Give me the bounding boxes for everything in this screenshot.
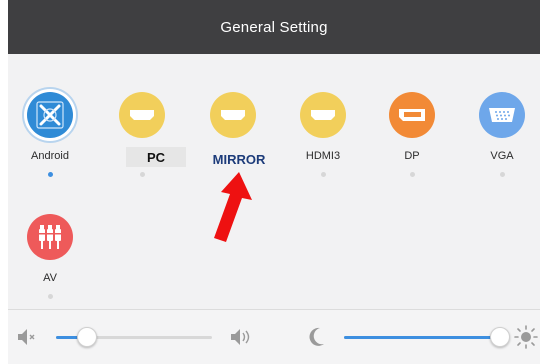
inactive-indicator-dot <box>409 172 415 177</box>
source-label: VGA <box>490 150 514 162</box>
inactive-indicator-dot <box>139 172 145 177</box>
source-tile-hdmi3[interactable]: HDMI3 <box>287 88 359 198</box>
volume-slider-thumb[interactable] <box>77 327 97 347</box>
source-label: HDMI3 <box>305 150 341 162</box>
settings-panel: General Setting Android PC MIRROR HDMI3 … <box>8 0 540 364</box>
annotation-arrow-icon <box>214 172 252 242</box>
av-rca-icon <box>27 214 73 260</box>
source-label-mirror: MIRROR <box>212 151 266 167</box>
control-bar <box>8 310 540 364</box>
active-indicator-dot <box>47 172 53 177</box>
android-source-icon <box>27 92 73 138</box>
source-tile-vga[interactable]: VGA <box>466 88 538 198</box>
hdmi-port-icon <box>119 92 165 138</box>
source-tile-dp[interactable]: DP <box>376 88 448 198</box>
inactive-indicator-dot <box>47 294 53 299</box>
speaker-mute-icon[interactable] <box>16 326 38 348</box>
source-label: AV <box>43 272 57 284</box>
moon-icon[interactable] <box>305 325 327 349</box>
hdmi-port-icon <box>210 92 256 138</box>
brightness-slider-fill <box>344 336 500 339</box>
source-tile-pc[interactable] <box>106 88 178 198</box>
source-tile-android[interactable]: Android <box>14 88 86 198</box>
source-label: DP <box>404 150 420 162</box>
inactive-indicator-dot <box>320 172 326 177</box>
hdmi-port-icon <box>300 92 346 138</box>
displayport-icon <box>389 92 435 138</box>
vga-port-icon <box>479 92 525 138</box>
page-title: General Setting <box>220 18 328 36</box>
sun-icon[interactable] <box>514 325 538 349</box>
inactive-indicator-dot <box>499 172 505 177</box>
header-bar: General Setting <box>8 0 540 54</box>
source-label-pc: PC <box>126 147 186 167</box>
source-label: Android <box>31 150 69 162</box>
speaker-loud-icon[interactable] <box>229 326 255 348</box>
brightness-slider-thumb[interactable] <box>490 327 510 347</box>
source-tile-av[interactable]: AV <box>14 210 86 320</box>
